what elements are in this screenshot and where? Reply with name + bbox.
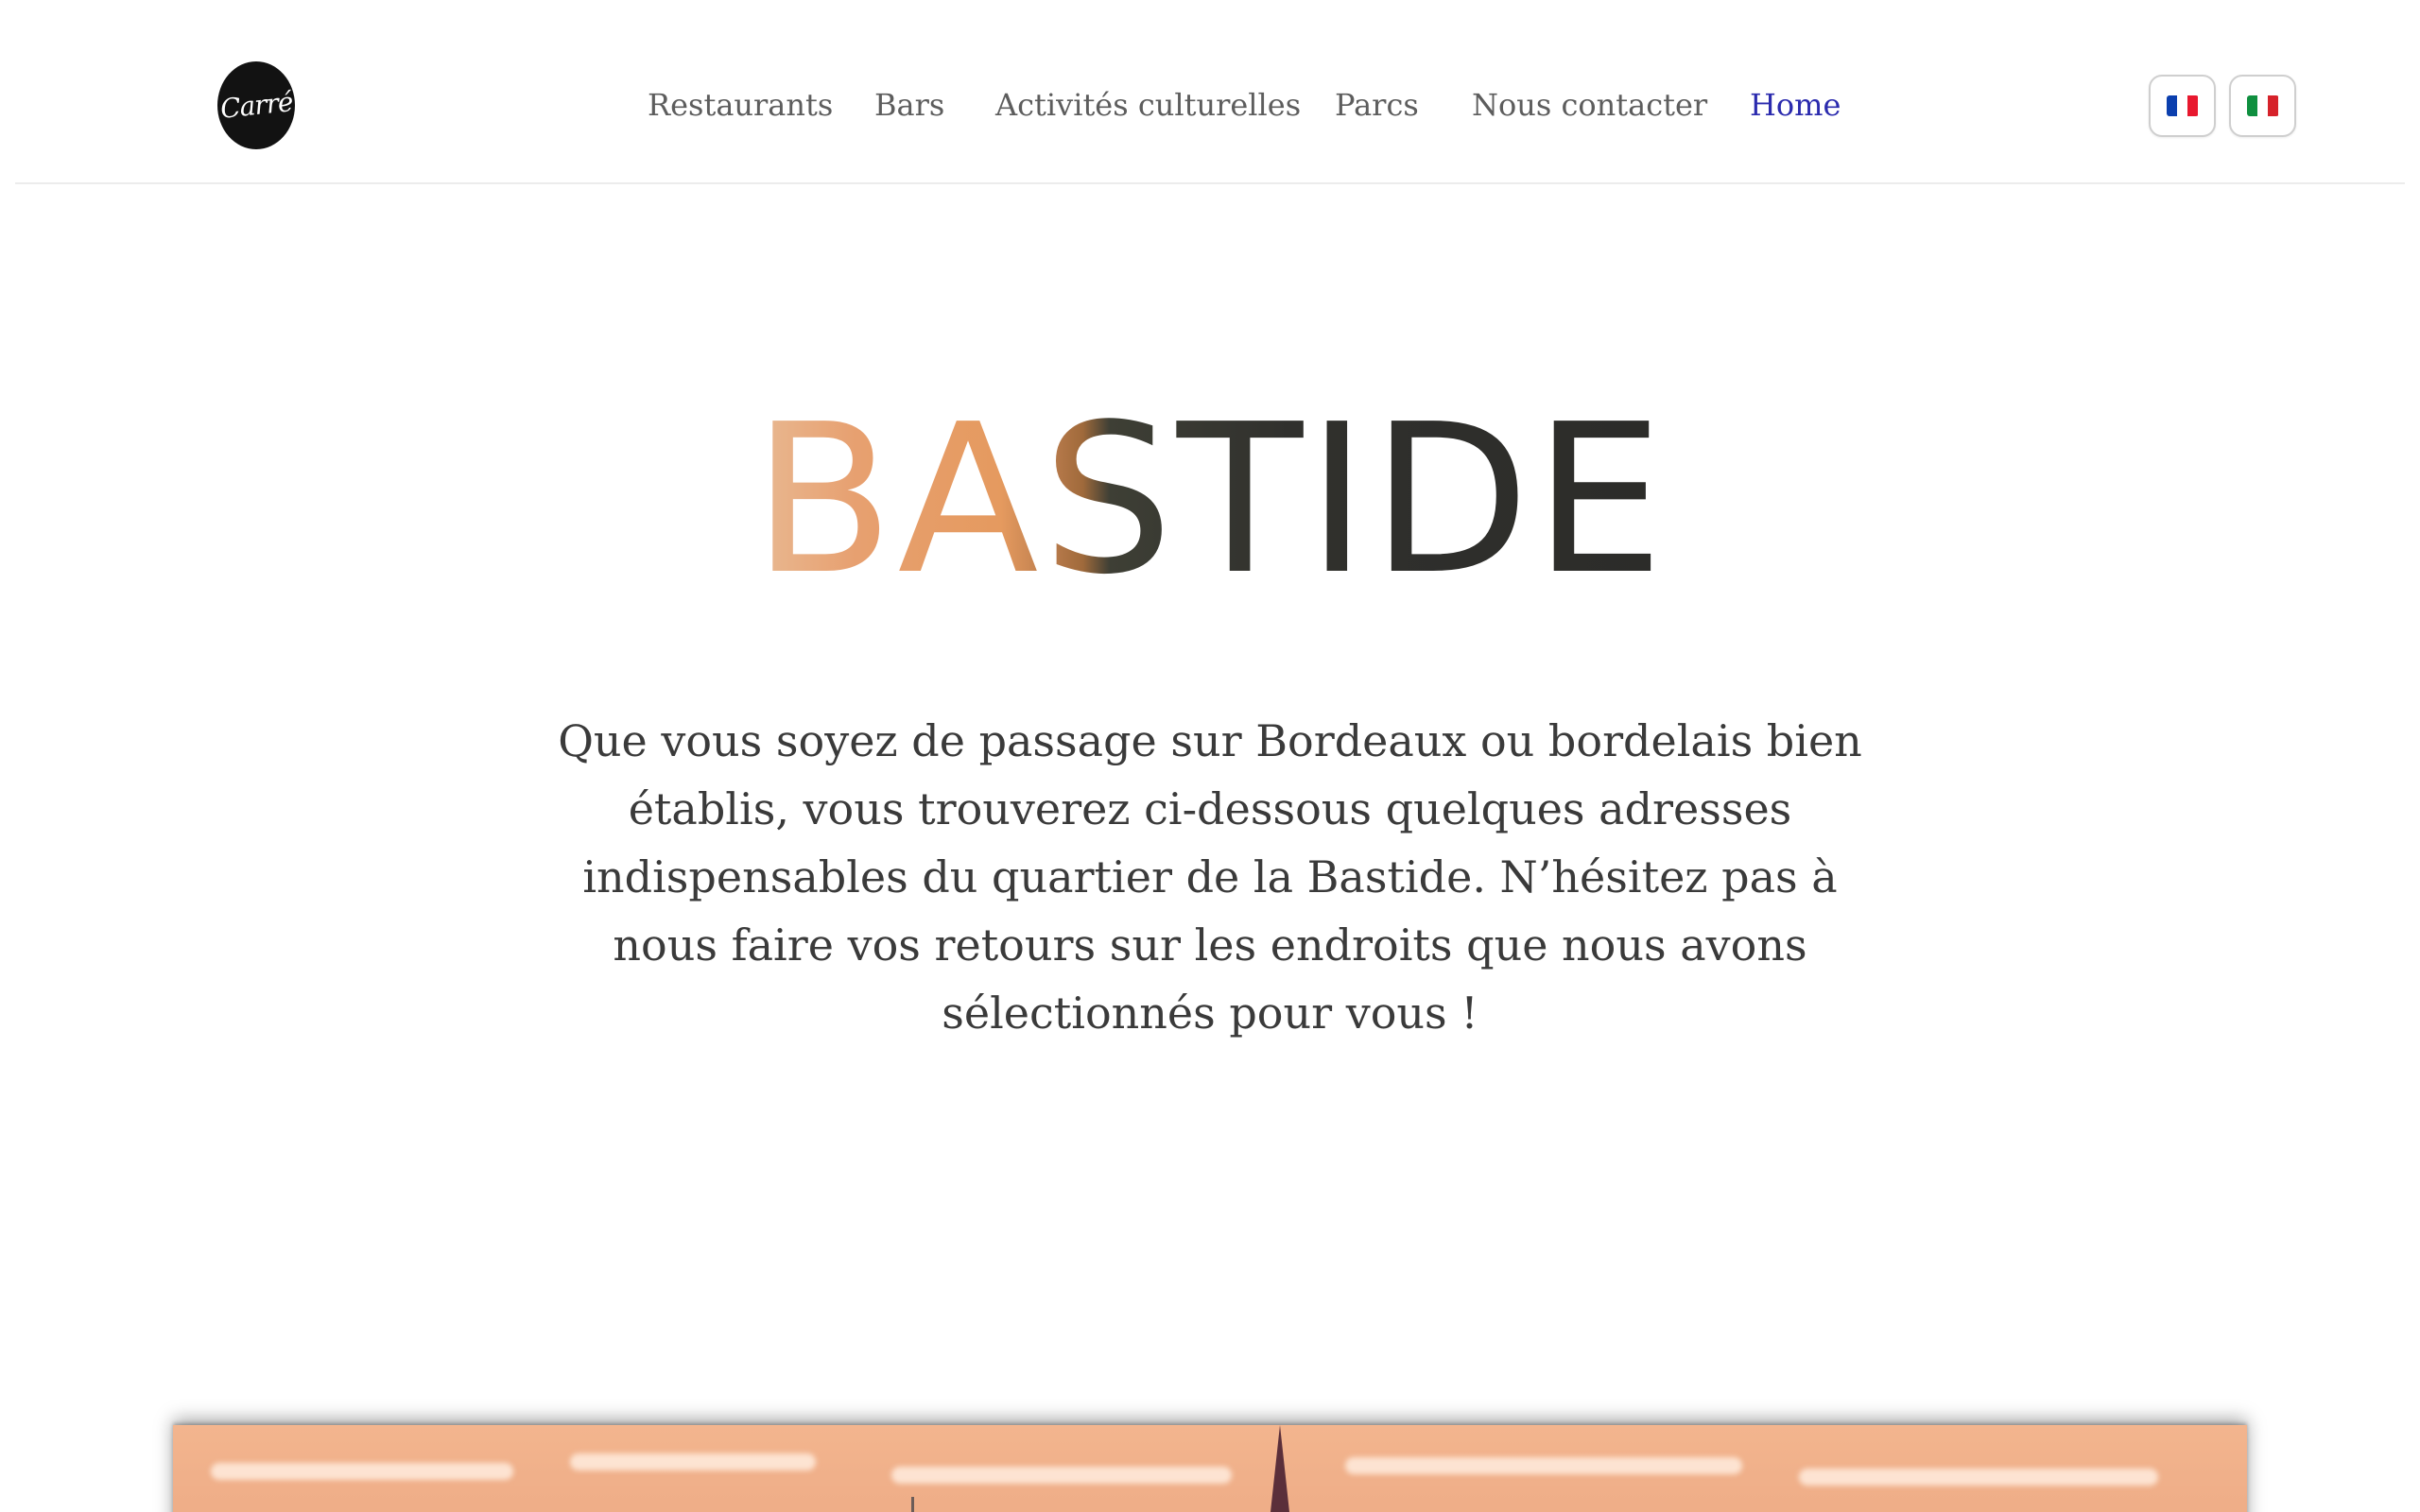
cloud-shape (1345, 1457, 1742, 1474)
nav-link-home[interactable]: Home (1750, 81, 1841, 129)
flag-italy-icon (2246, 95, 2279, 116)
bordeaux-photo-banner (173, 1425, 2247, 1512)
cloud-shape (570, 1453, 816, 1470)
nav-link-bars[interactable]: Bars (874, 81, 944, 129)
site-header: Carré Restaurants Bars Activités culture… (0, 0, 2420, 184)
nav-link-parcs[interactable]: Parcs (1335, 81, 1419, 129)
language-italian-button[interactable] (2229, 75, 2296, 137)
intro-paragraph: Que vous soyez de passage sur Bordeaux o… (558, 715, 1862, 1039)
main-nav: Restaurants Bars Activités culturelles P… (0, 81, 2420, 129)
flag-france-icon (2166, 95, 2199, 116)
language-french-button[interactable] (2149, 75, 2216, 137)
page: Carré Restaurants Bars Activités culture… (0, 0, 2420, 1512)
nav-link-restaurants[interactable]: Restaurants (648, 81, 833, 129)
cloud-shape (211, 1463, 513, 1480)
church-spire-silhouette (1270, 1425, 1289, 1512)
hero-title: BASTIDE (0, 378, 2420, 624)
mast-silhouette (911, 1497, 914, 1512)
cloud-shape (1799, 1469, 2158, 1486)
header-divider (15, 182, 2405, 184)
cloud-shape (891, 1467, 1232, 1484)
nav-link-activites-culturelles[interactable]: Activités culturelles (995, 81, 1301, 129)
nav-link-nous-contacter[interactable]: Nous contacter (1472, 81, 1707, 129)
